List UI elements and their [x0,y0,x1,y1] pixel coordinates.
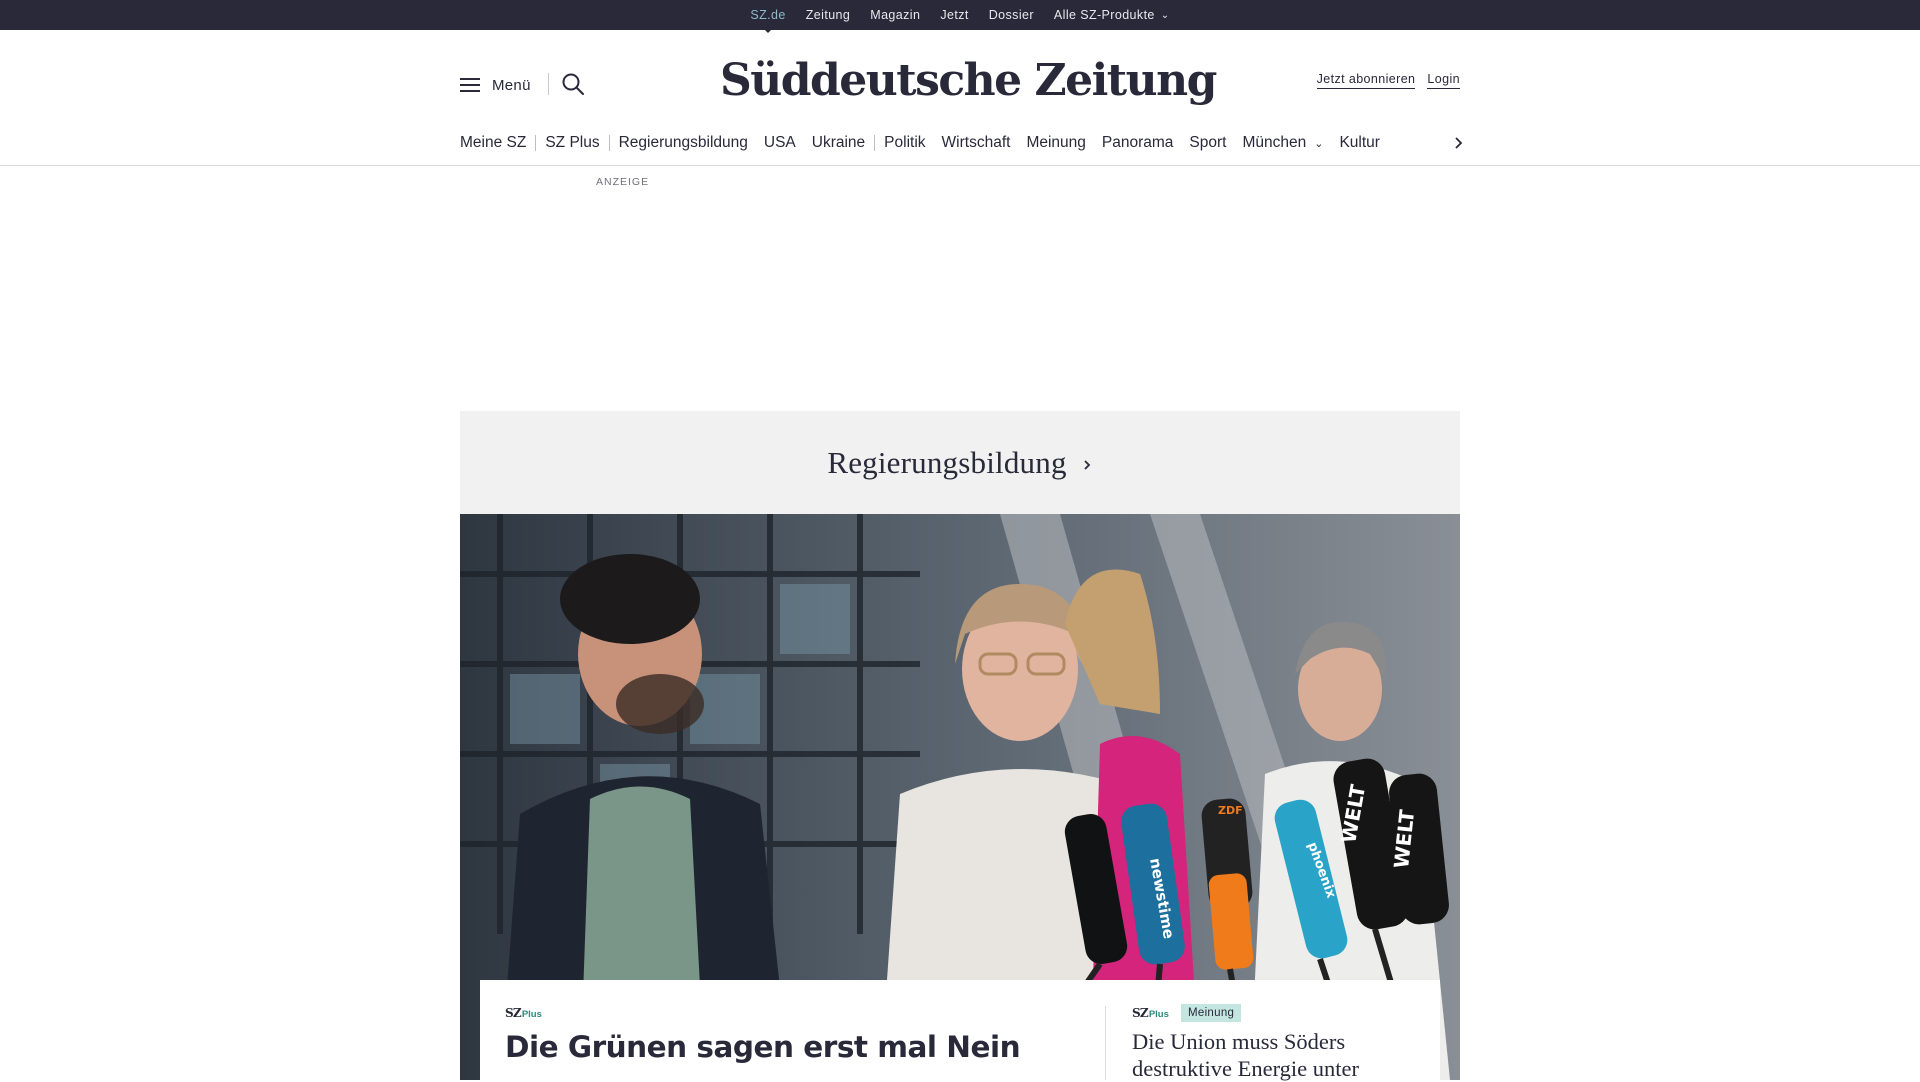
section-nav: Meine SZ SZ Plus Regierungsbildung USA U… [460,130,1460,156]
nav-item-muenchen-label: München [1242,134,1307,151]
topic-title: Regierungsbildung [827,444,1067,480]
nav-item-sz-plus[interactable]: SZ Plus [545,134,599,152]
ad-label: ANZEIGE [596,176,650,188]
topbar-all-products-dropdown[interactable]: Alle SZ-Produkte ⌄ [1054,8,1170,22]
sz-plus-logo: SZ [1132,1006,1149,1020]
teaser-side-title[interactable]: Die Union muss Söders destruktive Energi… [1132,1028,1422,1082]
nav-item-politik[interactable]: Politik [884,134,925,152]
topbar-link-magazin[interactable]: Magazin [870,8,920,22]
topbar-link-szde[interactable]: SZ.de [750,8,785,33]
nav-item-sport[interactable]: Sport [1189,134,1226,152]
sz-plus-label: Plus [521,1009,542,1020]
topbar-all-products-label: Alle SZ-Produkte [1053,8,1155,22]
nav-item-ukraine[interactable]: Ukraine [812,134,865,152]
opinion-badge: Meinung [1181,1004,1242,1022]
nav-divider [874,135,876,151]
site-header: Menü Süddeutsche Zeitung Jetzt abonniere… [0,30,1920,166]
top-product-bar: SZ.de Zeitung Magazin Jetzt Dossier Alle… [0,0,1920,33]
nav-item-meinung[interactable]: Meinung [1026,134,1085,152]
header-divider [548,73,549,95]
teaser-card: SZ Plus Die Grünen sagen erst mal Nein SZ… [480,980,1440,1082]
nav-item-panorama[interactable]: Panorama [1102,134,1174,152]
nav-divider [608,135,610,151]
search-button[interactable] [560,71,586,97]
chevron-right-icon [1455,137,1463,149]
nav-divider [535,135,537,151]
menu-label: Menü [492,76,531,94]
sz-plus-logo: SZ [505,1006,522,1020]
topbar-link-zeitung[interactable]: Zeitung [806,8,851,22]
nav-item-muenchen[interactable]: München ⌄ [1242,134,1323,152]
nav-item-meine-sz[interactable]: Meine SZ [460,134,526,152]
site-logo[interactable]: Süddeutsche Zeitung [720,46,1217,116]
nav-item-usa[interactable]: USA [764,134,796,152]
nav-item-kultur[interactable]: Kultur [1339,134,1380,152]
hamburger-icon [460,77,480,93]
chevron-down-icon: ⌄ [1160,10,1170,21]
nav-scroll-right-button[interactable] [1450,130,1466,156]
mic-label-zdf: ZDF [1218,804,1243,817]
teaser-main-title[interactable]: Die Grünen sagen erst mal Nein [505,1030,1085,1064]
menu-button[interactable]: Menü [460,70,531,100]
nav-item-wirtschaft[interactable]: Wirtschaft [942,134,1011,152]
sz-plus-badge: SZ Plus [1132,1006,1169,1020]
subscribe-link[interactable]: Jetzt abonnieren [1316,72,1416,89]
topbar-link-jetzt[interactable]: Jetzt [940,8,968,22]
account-links: Jetzt abonnieren Login [1316,72,1460,89]
login-link[interactable]: Login [1427,72,1460,89]
search-icon [562,73,584,95]
chevron-down-icon: ⌄ [1314,137,1324,150]
sz-plus-label: Plus [1148,1009,1169,1020]
nav-item-regierungsbildung[interactable]: Regierungsbildung [619,134,748,152]
topbar-link-dossier[interactable]: Dossier [989,8,1034,22]
sz-plus-badge: SZ Plus [505,1006,542,1020]
column-divider [1105,1006,1106,1080]
topic-banner[interactable]: Regierungsbildung [460,411,1460,514]
chevron-right-icon [1084,459,1090,470]
